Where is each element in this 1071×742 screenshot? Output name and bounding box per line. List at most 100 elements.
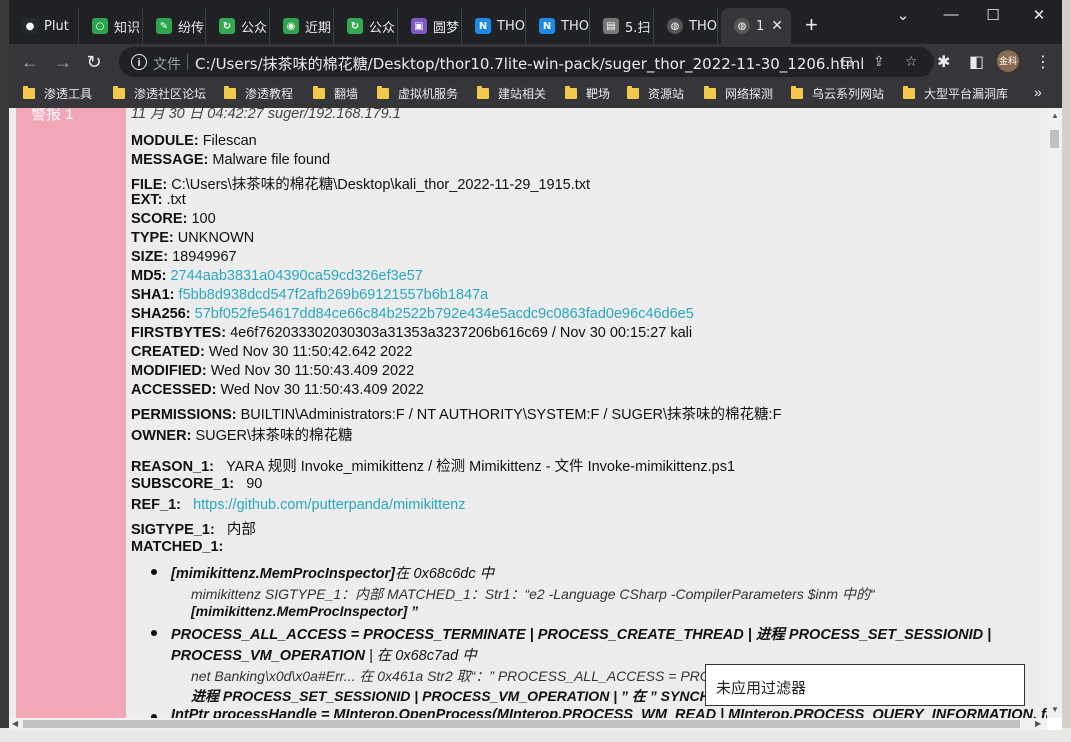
scroll-right-icon[interactable]: ▶ (1035, 719, 1041, 728)
bookmark-folder[interactable]: 渗透工具 (23, 85, 92, 102)
background-desktop-left (0, 0, 9, 742)
field-module: MODULE: Filescan (131, 133, 257, 149)
bookmark-folder[interactable]: 渗透社区论坛 (113, 85, 206, 102)
match-detail: net Banking\x0d\x0a#Err... 在 0x461a Str2… (191, 668, 711, 684)
folder-icon (627, 86, 639, 99)
match-item-2-cont: PROCESS_VM_OPERATION | 在 0x68c7ad 中 (171, 648, 477, 664)
tab-9[interactable]: N THO (526, 8, 590, 44)
swirl-icon: ↻ (219, 18, 235, 34)
sha256-link[interactable]: 57bf052fe54617dd84ce66c84b2522b792e434e5… (195, 306, 694, 322)
tab-4[interactable]: ↻ 公众 (206, 8, 270, 44)
tab-search-icon[interactable]: ⌄ (893, 6, 913, 24)
bookmark-folder[interactable]: 网络探测 (704, 85, 773, 102)
alert-level-bar: 警报 1 (16, 108, 126, 718)
back-button[interactable]: ← (19, 51, 41, 73)
alert-header: 11 月 30 日 04:42:27 suger/192.168.179.1 (131, 108, 401, 122)
extensions-icon[interactable]: ✱ (937, 52, 950, 72)
star-icon[interactable]: ☆ (905, 53, 918, 70)
tab-5[interactable]: ◉ 近期 (270, 8, 334, 44)
globe-icon: ◍ (734, 18, 750, 34)
bookmark-folder[interactable]: 建站相关 (477, 85, 546, 102)
more-bookmarks-icon[interactable]: » (1034, 84, 1042, 100)
folder-icon (477, 86, 489, 99)
url-text[interactable]: C:/Users/抹茶味的棉花糖/Desktop/thor10.7lite-wi… (195, 53, 864, 74)
tab-1[interactable]: ● Plut (9, 8, 79, 44)
browser-window: ● Plut ○ 知识 ✎ 纷传 ↻ 公众 ◉ 近期 ↻ 公众 ▣ 圆梦 N THO N THO … (9, 0, 1062, 730)
new-tab-button[interactable]: + (805, 14, 818, 36)
md5-link[interactable]: 2744aab3831a04390ca59cd326ef3e57 (170, 268, 422, 284)
bookmark-folder[interactable]: 靶场 (565, 85, 610, 102)
globe-icon: ◍ (667, 18, 683, 34)
folder-icon (377, 86, 389, 99)
field-matched: MATCHED_1: (131, 539, 224, 555)
field-file: FILE: C:\Users\抹茶味的棉花糖\Desktop\kali_thor… (131, 177, 591, 193)
tab-3[interactable]: ✎ 纷传 (143, 8, 206, 44)
tab-6[interactable]: ↻ 公众 (334, 8, 398, 44)
scrollbar-thumb[interactable] (1050, 130, 1059, 148)
scroll-left-icon[interactable]: ◀ (12, 719, 18, 728)
address-bar[interactable]: i 文件 C:/Users/抹茶味的棉花糖/Desktop/thor10.7li… (119, 47, 934, 77)
doc-icon: ▤ (603, 18, 619, 34)
minimize-button[interactable]: — (941, 6, 961, 23)
bookmark-folder[interactable]: 大型平台漏洞库 (903, 85, 1008, 102)
info-icon[interactable]: i (131, 54, 147, 70)
wechat-icon: ◉ (283, 18, 299, 34)
folder-icon (565, 86, 577, 99)
folder-icon (113, 86, 125, 99)
folder-icon (224, 86, 236, 99)
horizontal-scrollbar[interactable]: ◀ ▶ (9, 718, 1047, 730)
filter-status-tooltip: 未应用过滤器 (705, 664, 1025, 706)
field-sigtype: SIGTYPE_1: 内部 (131, 522, 256, 538)
field-subscore: SUBSCORE_1: 90 (131, 476, 263, 492)
scroll-up-icon[interactable]: ▲ (1051, 111, 1059, 120)
field-ext: EXT: .txt (131, 192, 186, 208)
maximize-button[interactable]: ☐ (983, 6, 1003, 24)
page-content: 警报 1 11 月 30 日 04:42:27 suger/192.168.17… (9, 108, 1047, 718)
tab-active[interactable]: ◍ 1 ✕ (721, 8, 791, 44)
background-taskbar-strip (0, 728, 1071, 742)
avatar[interactable]: 金科 (997, 50, 1019, 72)
field-sha1: SHA1: f5bb8d938dcd547f2afb269b69121557b6… (131, 287, 489, 303)
vertical-scrollbar[interactable]: ▲ ▼ (1047, 108, 1062, 718)
forward-button[interactable]: → (52, 51, 74, 73)
tab-8[interactable]: N THO (462, 8, 526, 44)
bookmark-folder[interactable]: 乌云系列网站 (791, 85, 884, 102)
tab-7[interactable]: ▣ 圆梦 (398, 8, 462, 44)
side-panel-icon[interactable]: ◧ (969, 52, 984, 72)
bullet (151, 569, 157, 575)
tab-11[interactable]: ◍ THO (654, 8, 718, 44)
field-type: TYPE: UNKNOWN (131, 230, 255, 246)
field-score: SCORE: 100 (131, 211, 216, 227)
match-item-3: IntPtr processHandle = MInterop.OpenProc… (171, 707, 1047, 718)
close-tab-icon[interactable]: ✕ (771, 18, 783, 34)
scroll-down-icon[interactable]: ▼ (1051, 705, 1059, 714)
field-sha256: SHA256: 57bf052fe54617dd84ce66c84b2522b7… (131, 306, 694, 322)
ref-link[interactable]: https://github.com/putterpanda/mimikitte… (193, 497, 465, 513)
divider (187, 54, 188, 70)
background-desktop-right (1062, 0, 1071, 742)
bookmark-folder[interactable]: 翻墙 (313, 85, 358, 102)
n-icon: N (539, 18, 555, 34)
match-detail: 进程 PROCESS_SET_SESSIONID | PROCESS_VM_OP… (191, 688, 741, 704)
tab-10[interactable]: ▤ 5.扫 (590, 8, 654, 44)
folder-icon (23, 86, 35, 99)
match-item-1: [mimikittenz.MemProcInspector]在 0x68c6dc… (171, 566, 495, 582)
field-permissions: PERMISSIONS: BUILTIN\Administrators:F / … (131, 407, 782, 423)
ring-icon: ○ (92, 18, 108, 34)
sha1-link[interactable]: f5bb8d938dcd547f2afb269b69121557b6b1847a (179, 287, 489, 303)
close-window-button[interactable]: ✕ (1029, 6, 1049, 24)
scrollbar-thumb[interactable] (23, 720, 1020, 728)
match-item-2: PROCESS_ALL_ACCESS = PROCESS_TERMINATE |… (171, 627, 992, 643)
tab-2[interactable]: ○ 知识 (79, 8, 143, 44)
n-icon: N (475, 18, 491, 34)
alert-label: 警报 1 (31, 108, 74, 123)
match-detail: [mimikittenz.MemProcInspector] ” (191, 603, 419, 619)
reload-button[interactable]: ↻ (83, 51, 105, 73)
share-icon[interactable]: ⇪ (873, 53, 885, 70)
menu-icon[interactable]: ⋮ (1035, 52, 1051, 72)
bookmark-folder[interactable]: 资源站 (627, 85, 684, 102)
bookmark-folder[interactable]: 渗透教程 (224, 85, 293, 102)
bookmark-folder[interactable]: 虚拟机服务 (377, 85, 458, 102)
image-icon: ▣ (411, 18, 427, 34)
translate-icon[interactable]: ⊡ (841, 53, 853, 70)
